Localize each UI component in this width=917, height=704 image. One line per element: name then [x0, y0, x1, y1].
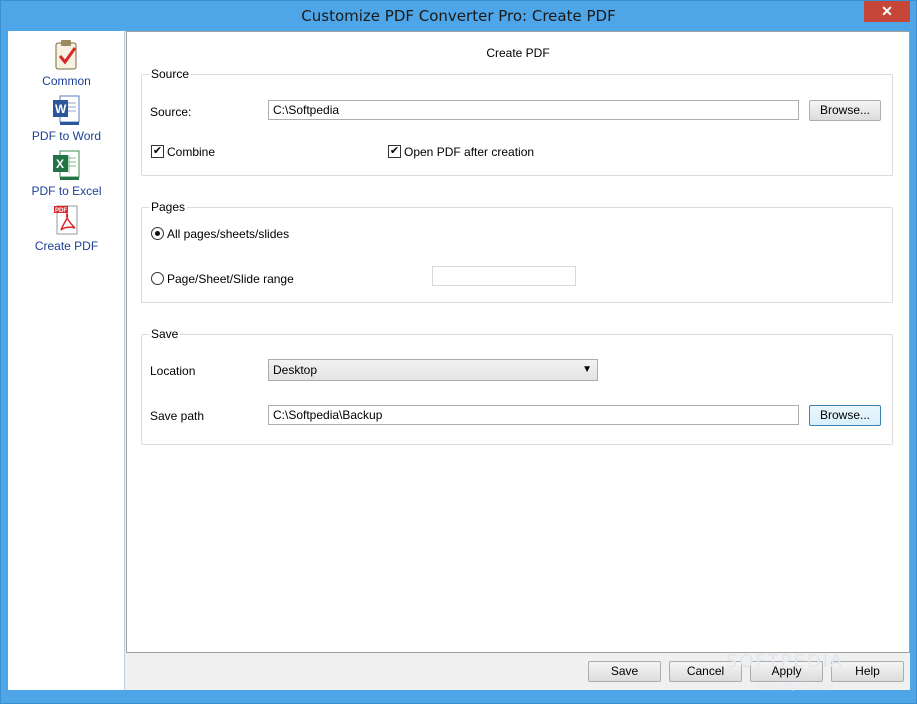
- pages-group: Pages All pages/sheets/slides Page/Sheet…: [141, 200, 893, 303]
- watermark-url: www.softpedia.com: [756, 681, 834, 691]
- svg-text:W: W: [55, 102, 67, 116]
- sidebar-item-label: PDF to Excel: [31, 184, 102, 198]
- page-range-radio[interactable]: [151, 272, 164, 285]
- close-button[interactable]: ✕: [864, 1, 910, 22]
- pages-group-title: Pages: [149, 200, 188, 214]
- sidebar-item-pdf-to-excel[interactable]: X PDF to Excel: [8, 149, 125, 204]
- location-selected-value: Desktop: [273, 363, 318, 377]
- combine-label[interactable]: Combine: [167, 145, 215, 159]
- sidebar: Common W PDF to Word X PDF to Excel PDF …: [8, 31, 125, 690]
- open-after-creation-checkbox[interactable]: ✔: [388, 145, 401, 158]
- chevron-down-icon: ▼: [582, 364, 592, 375]
- save-path-field[interactable]: C:\Softpedia\Backup: [268, 405, 799, 425]
- combine-checkbox[interactable]: ✔: [151, 145, 164, 158]
- all-pages-radio[interactable]: [151, 227, 164, 240]
- source-group-title: Source: [149, 67, 192, 81]
- save-button[interactable]: Save: [588, 661, 661, 682]
- save-path-label: Save path: [150, 409, 205, 423]
- source-group: Source Source: C:\Softpedia Browse... ✔ …: [141, 67, 893, 176]
- location-dropdown[interactable]: Desktop ▼: [268, 359, 598, 381]
- sidebar-item-label: Common: [42, 74, 91, 88]
- sidebar-item-pdf-to-word[interactable]: W PDF to Word: [8, 94, 125, 149]
- page-range-label[interactable]: Page/Sheet/Slide range: [167, 272, 294, 286]
- save-path-browse-button[interactable]: Browse...: [809, 405, 881, 426]
- location-label: Location: [150, 364, 196, 378]
- word-document-icon: W: [53, 95, 80, 125]
- open-after-creation-label[interactable]: Open PDF after creation: [404, 145, 534, 159]
- page-range-field[interactable]: [432, 266, 576, 286]
- source-path-field[interactable]: C:\Softpedia: [268, 100, 799, 120]
- title-bar[interactable]: Customize PDF Converter Pro: Create PDF …: [1, 1, 916, 31]
- page-title: Create PDF: [486, 46, 550, 60]
- clipboard-check-icon: [55, 40, 77, 70]
- save-group: Save Location Desktop ▼ Save path C:\Sof…: [141, 327, 893, 445]
- svg-text:PDF: PDF: [55, 208, 67, 214]
- source-label: Source:: [150, 105, 192, 119]
- save-group-title: Save: [149, 327, 181, 341]
- sidebar-item-create-pdf[interactable]: PDF Create PDF: [8, 204, 125, 259]
- all-pages-label[interactable]: All pages/sheets/slides: [167, 227, 289, 241]
- sidebar-item-common[interactable]: Common: [8, 39, 125, 94]
- dialog-window: Customize PDF Converter Pro: Create PDF …: [0, 0, 917, 704]
- sidebar-item-label: Create PDF: [34, 239, 99, 253]
- client-area: Common W PDF to Word X PDF to Excel PDF …: [8, 31, 910, 690]
- source-browse-button[interactable]: Browse...: [809, 100, 881, 121]
- watermark: SOFTPEDIA: [726, 651, 845, 672]
- excel-document-icon: X: [53, 150, 80, 180]
- svg-text:X: X: [56, 157, 64, 171]
- sidebar-item-label: PDF to Word: [31, 129, 102, 143]
- window-title: Customize PDF Converter Pro: Create PDF: [301, 7, 616, 25]
- settings-panel: Create PDF Source Source: C:\Softpedia B…: [126, 31, 910, 653]
- pdf-document-icon: PDF: [54, 205, 78, 235]
